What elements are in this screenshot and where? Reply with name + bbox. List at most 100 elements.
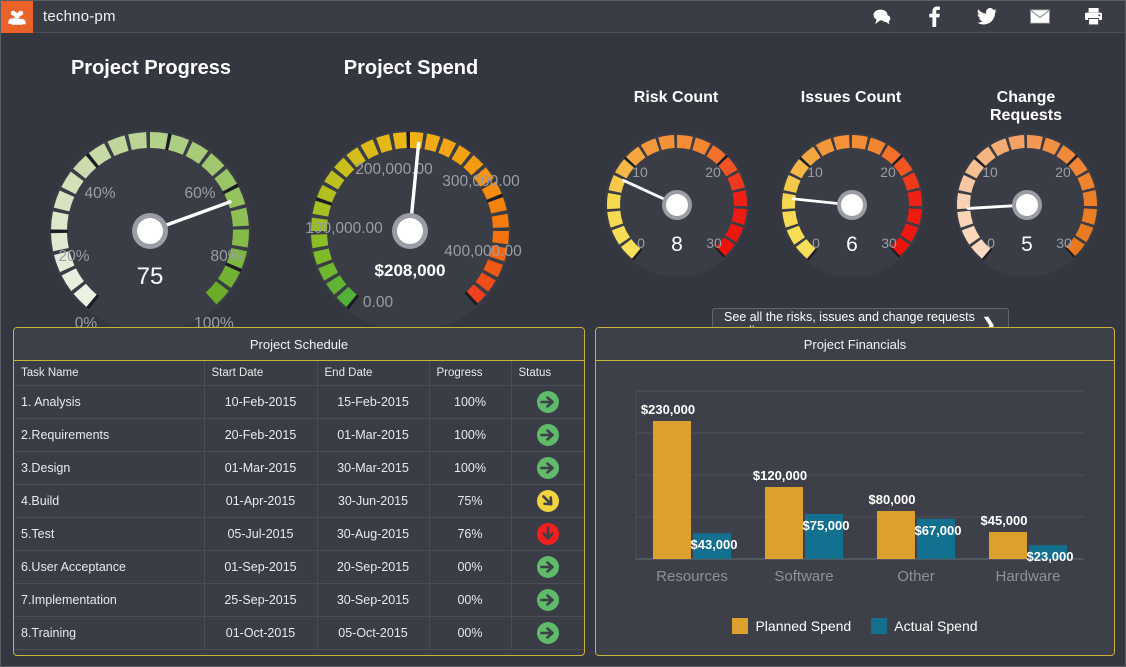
facebook-icon[interactable] — [924, 6, 944, 27]
table-row[interactable]: 5.Test 05-Jul-2015 30-Aug-2015 76% — [14, 517, 584, 551]
project-schedule-panel: Project Schedule Task Name Start Date En… — [13, 327, 585, 656]
table-row[interactable]: 1. Analysis 10-Feb-2015 15-Feb-2015 100% — [14, 385, 584, 419]
cell-progress: 100% — [429, 451, 512, 485]
table-row[interactable]: 3.Design 01-Mar-2015 30-Mar-2015 100% — [14, 451, 584, 485]
x-axis-tick-label: Software — [774, 568, 833, 585]
twitter-icon[interactable] — [977, 7, 997, 27]
green-right-arrow-icon[interactable] — [536, 456, 560, 480]
bar-planned-hardware — [989, 532, 1027, 559]
project-schedule-table: Task Name Start Date End Date Progress S… — [14, 361, 584, 650]
cell-end-date: 30-Jun-2015 — [317, 484, 430, 518]
gauge-title-project-progress: Project Progress — [70, 57, 232, 79]
comment-icon[interactable] — [871, 7, 891, 27]
column-header-task-name: Task Name — [14, 361, 205, 386]
print-icon[interactable] — [1083, 7, 1103, 27]
svg-text:10: 10 — [982, 164, 998, 180]
bar-label-planned: $230,000 — [641, 402, 695, 417]
cell-status — [511, 616, 584, 650]
app-logo — [1, 1, 33, 33]
financials-bar-chart: $230,000 $43,000 Resources $120,000 $75,000 S… — [635, 390, 1084, 585]
users-group-icon — [8, 10, 26, 25]
bar-label-planned: $80,000 — [869, 492, 916, 507]
gauge-project-progress: 0% 20% 40% 60% 80% 100% 75 — [36, 121, 266, 332]
cell-task-name: 7.Implementation — [14, 583, 205, 617]
bar-label-planned: $45,000 — [981, 513, 1028, 528]
svg-text:60%: 60% — [184, 185, 215, 202]
cell-progress: 100% — [429, 385, 512, 419]
gauge-value-issues-count: 6 — [846, 233, 858, 256]
bar-planned-resources — [653, 421, 691, 559]
svg-text:20: 20 — [1055, 164, 1071, 180]
svg-text:20: 20 — [705, 164, 721, 180]
cell-task-name: 6.User Acceptance — [14, 550, 205, 584]
red-down-arrow-icon[interactable] — [536, 522, 560, 546]
svg-text:300,000.00: 300,000.00 — [442, 173, 520, 190]
svg-text:100,000.00: 100,000.00 — [305, 220, 383, 237]
project-schedule-title: Project Schedule — [14, 328, 584, 361]
column-header-end-date: End Date — [317, 361, 430, 386]
column-header-start-date: Start Date — [204, 361, 318, 386]
svg-text:20%: 20% — [58, 248, 89, 265]
gauge-title-project-spend: Project Spend — [343, 57, 479, 79]
table-row[interactable]: 2.Requirements 20-Feb-2015 01-Mar-2015 100% — [14, 418, 584, 452]
cell-progress: 00% — [429, 583, 512, 617]
legend-item[interactable]: Planned Spend — [732, 618, 851, 634]
svg-text:0: 0 — [987, 235, 995, 251]
bar-planned-other — [877, 511, 915, 559]
table-row[interactable]: 8.Training 01-Oct-2015 05-Oct-2015 00% — [14, 616, 584, 650]
bar-planned-software — [765, 487, 803, 559]
cell-status — [511, 484, 584, 518]
cell-start-date: 01-Sep-2015 — [204, 550, 318, 584]
svg-text:200,000.00: 200,000.00 — [355, 161, 433, 178]
table-row[interactable]: 4.Build 01-Apr-2015 30-Jun-2015 75% — [14, 484, 584, 518]
yellow-down-right-arrow-icon[interactable] — [536, 489, 560, 513]
green-right-arrow-icon[interactable] — [536, 423, 560, 447]
column-header-status: Status — [511, 361, 584, 386]
cell-status — [511, 517, 584, 551]
email-icon[interactable] — [1030, 7, 1050, 27]
cell-task-name: 2.Requirements — [14, 418, 205, 452]
gauge-title-change-requests: Change Requests — [989, 89, 1063, 124]
bar-label-actual: $75,000 — [803, 518, 850, 533]
legend-label: Actual Spend — [894, 618, 978, 634]
cell-end-date: 20-Sep-2015 — [317, 550, 430, 584]
green-right-arrow-icon[interactable] — [536, 588, 560, 612]
table-row[interactable]: 7.Implementation 25-Sep-2015 30-Sep-2015 00… — [14, 583, 584, 617]
cell-status — [511, 451, 584, 485]
green-right-arrow-icon[interactable] — [536, 555, 560, 579]
cell-task-name: 8.Training — [14, 616, 205, 650]
cell-start-date: 01-Apr-2015 — [204, 484, 318, 518]
app-title: techno-pm — [43, 8, 116, 25]
svg-text:400,000.00: 400,000.00 — [444, 243, 522, 260]
dashboard-app: techno-pm Project Progress 0% 20% 40% 60… — [0, 0, 1126, 667]
top-bar-icons — [871, 6, 1125, 27]
gauge-title-issues-count: Issues Count — [800, 89, 902, 106]
gauge-value-change-requests: 5 — [1021, 233, 1033, 256]
svg-text:80%: 80% — [210, 248, 241, 265]
table-row[interactable]: 6.User Acceptance 01-Sep-2015 20-Sep-2015 0… — [14, 550, 584, 584]
cell-end-date: 05-Oct-2015 — [317, 616, 430, 650]
cell-progress: 00% — [429, 616, 512, 650]
bar-label-actual: $23,000 — [1027, 549, 1074, 564]
legend-item[interactable]: Actual Spend — [871, 618, 978, 634]
column-header-progress: Progress — [429, 361, 512, 386]
cell-end-date: 30-Aug-2015 — [317, 517, 430, 551]
gauge-title-risk-count: Risk Count — [633, 89, 719, 106]
green-right-arrow-icon[interactable] — [536, 621, 560, 645]
financials-chart-area: $230,000 $43,000 Resources $120,000 $75,000 S… — [596, 361, 1114, 655]
cell-task-name: 1. Analysis — [14, 385, 205, 419]
svg-text:40%: 40% — [84, 185, 115, 202]
cell-progress: 100% — [429, 418, 512, 452]
cell-start-date: 01-Mar-2015 — [204, 451, 318, 485]
cell-start-date: 25-Sep-2015 — [204, 583, 318, 617]
cell-end-date: 01-Mar-2015 — [317, 418, 430, 452]
svg-text:10: 10 — [632, 164, 648, 180]
project-financials-title: Project Financials — [596, 328, 1114, 361]
svg-text:0.00: 0.00 — [363, 294, 394, 311]
gauges-row: Project Progress 0% 20% 40% 60% 80% 100% — [1, 33, 1125, 340]
cell-status — [511, 385, 584, 419]
svg-text:10: 10 — [807, 164, 823, 180]
green-right-arrow-icon[interactable] — [536, 390, 560, 414]
cell-start-date: 01-Oct-2015 — [204, 616, 318, 650]
cell-end-date: 30-Sep-2015 — [317, 583, 430, 617]
